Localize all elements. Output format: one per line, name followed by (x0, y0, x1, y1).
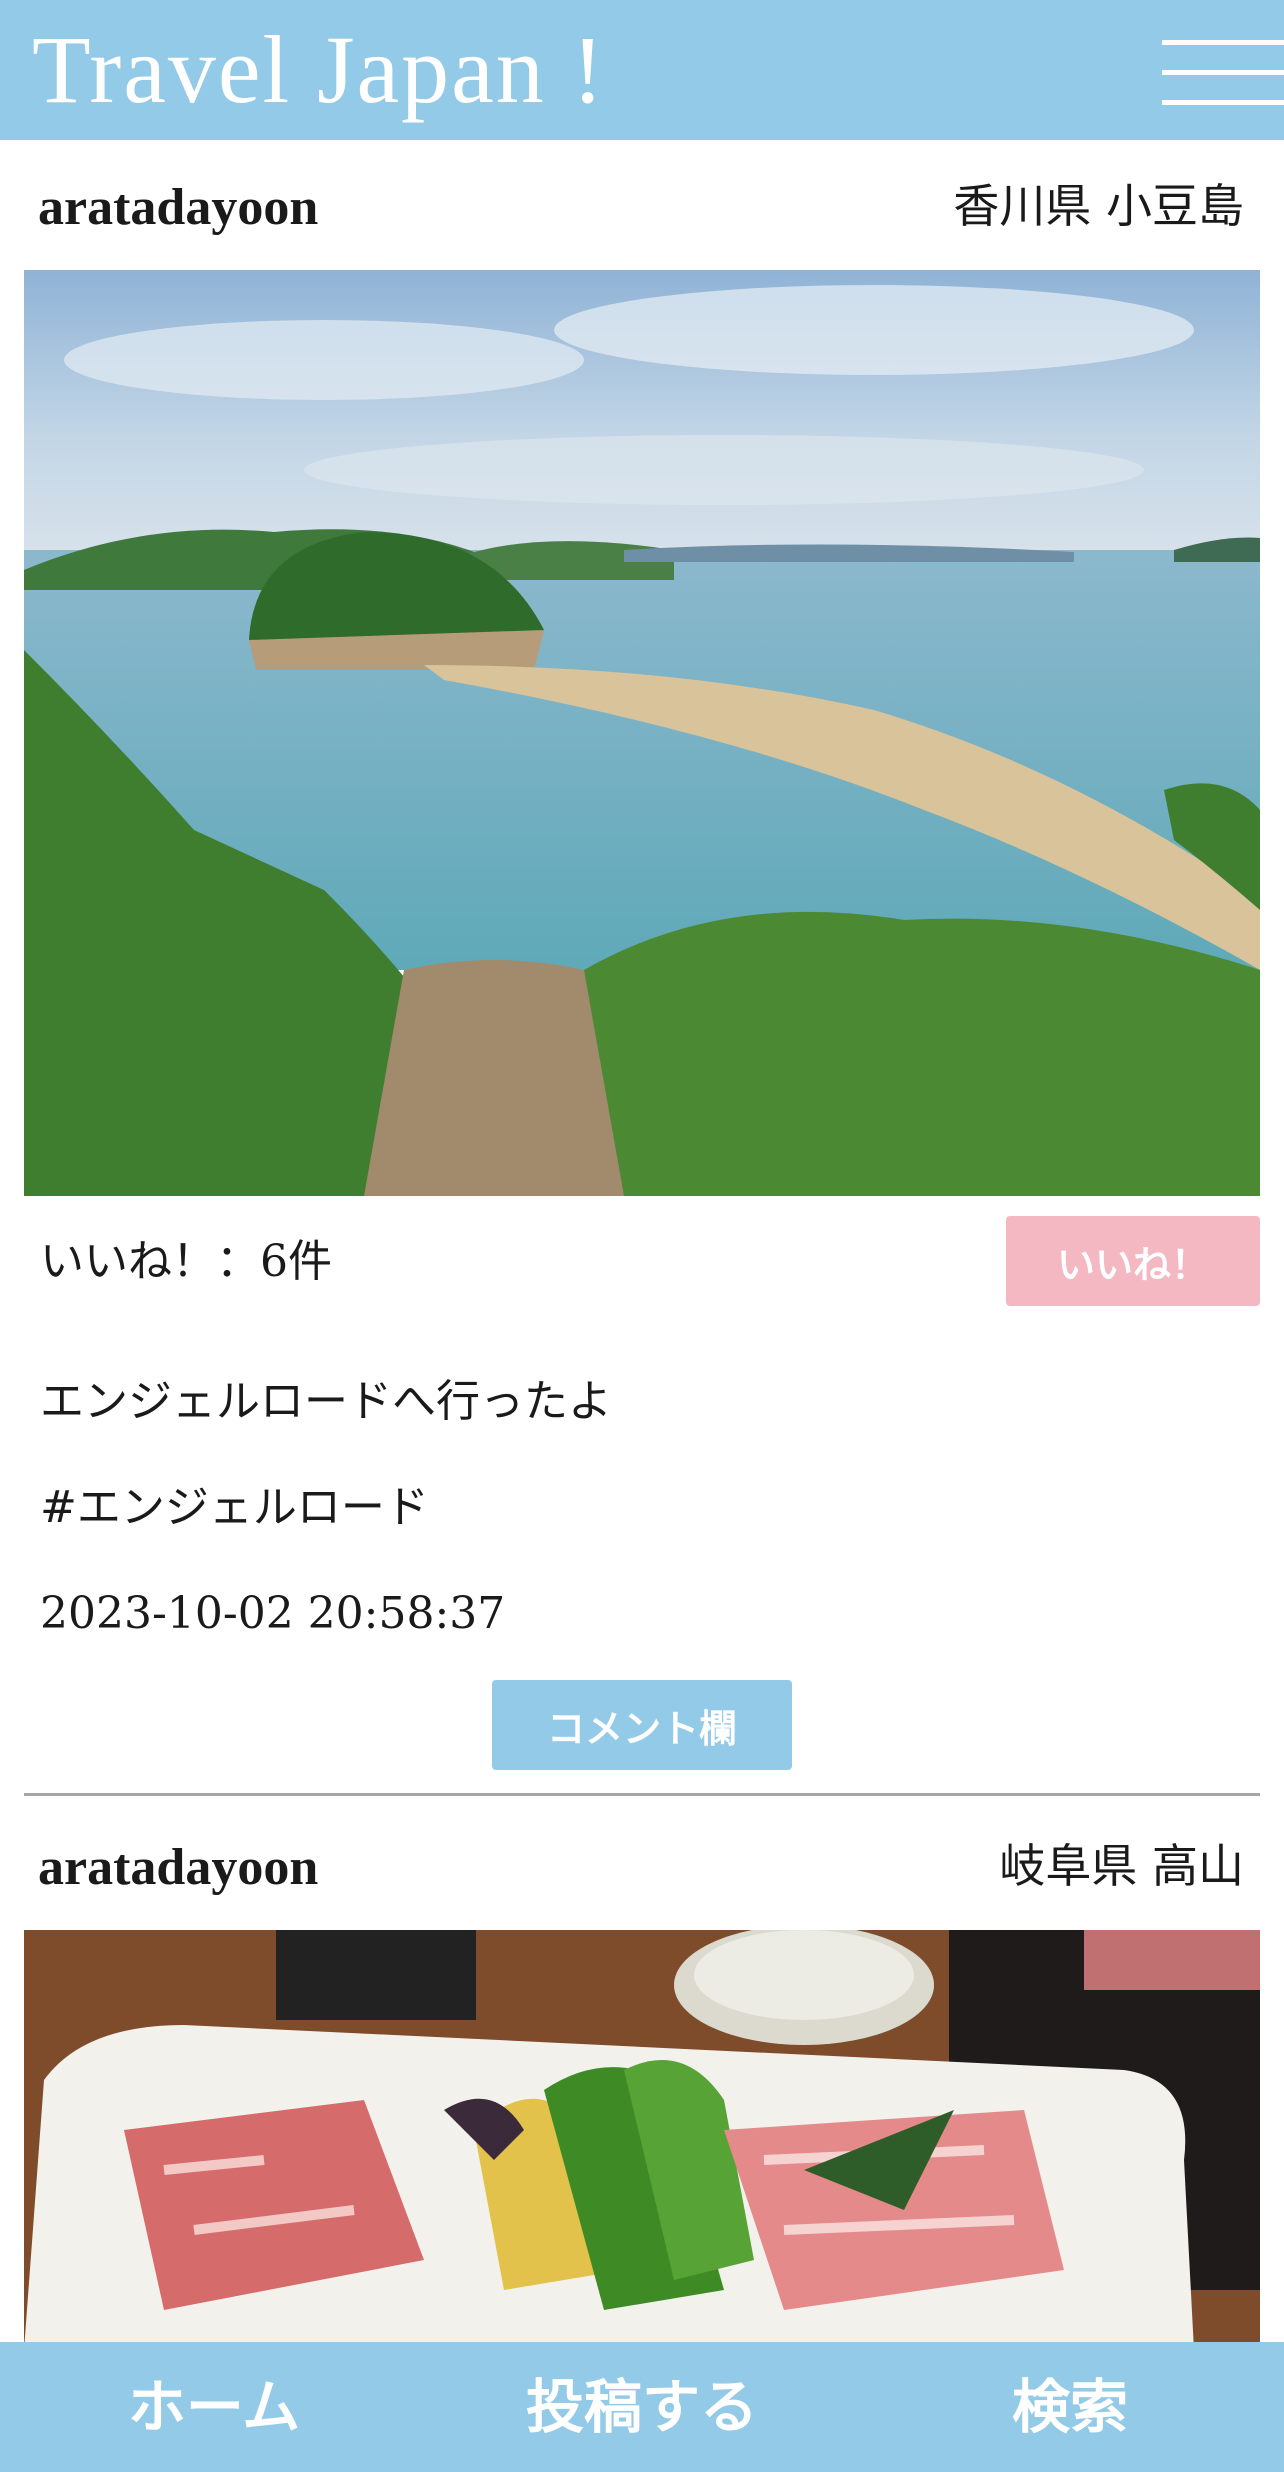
yakiniku-photo (24, 1930, 1260, 2342)
nav-post[interactable]: 投稿する (428, 2342, 856, 2472)
bottom-nav: ホーム 投稿する 検索 (0, 2342, 1284, 2472)
post-username[interactable]: aratadayoon (38, 176, 318, 240)
post-location: 香川県 小豆島 (953, 179, 1244, 233)
feed[interactable]: aratadayoon 香川県 小豆島 いいね！：6件 いいね！ エンジェルロー… (0, 140, 1284, 2342)
post-photo[interactable] (24, 270, 1260, 1196)
post-photo[interactable] (24, 1930, 1260, 2342)
post-username[interactable]: aratadayoon (38, 1836, 318, 1900)
nav-search[interactable]: 検索 (856, 2342, 1284, 2472)
angel-road-photo (24, 270, 1260, 1196)
comment-button[interactable]: コメント欄 (492, 1680, 792, 1770)
post-hashtag[interactable]: #エンジェルロード (40, 1478, 429, 1538)
post-caption: エンジェルロードへ行ったよ (40, 1376, 612, 1427)
post-card: aratadayoon 岐阜県 高山 (0, 1800, 1284, 2342)
post-divider (24, 1793, 1260, 1796)
post-header: aratadayoon 香川県 小豆島 (0, 140, 1284, 270)
likes-count: いいね！：6件 (40, 1236, 332, 1287)
nav-home[interactable]: ホーム (0, 2342, 428, 2472)
post-header: aratadayoon 岐阜県 高山 (0, 1800, 1284, 1930)
app-title[interactable]: Travel Japan ! (32, 8, 606, 132)
like-button[interactable]: いいね！ (1006, 1216, 1260, 1306)
post-location: 岐阜県 高山 (999, 1839, 1244, 1893)
post-card: aratadayoon 香川県 小豆島 いいね！：6件 いいね！ エンジェルロー… (0, 140, 1284, 1804)
app-header: Travel Japan ! (0, 0, 1284, 140)
hamburger-menu-icon[interactable] (1162, 40, 1284, 110)
post-timestamp: 2023-10-02 20:58:37 (40, 1588, 506, 1639)
